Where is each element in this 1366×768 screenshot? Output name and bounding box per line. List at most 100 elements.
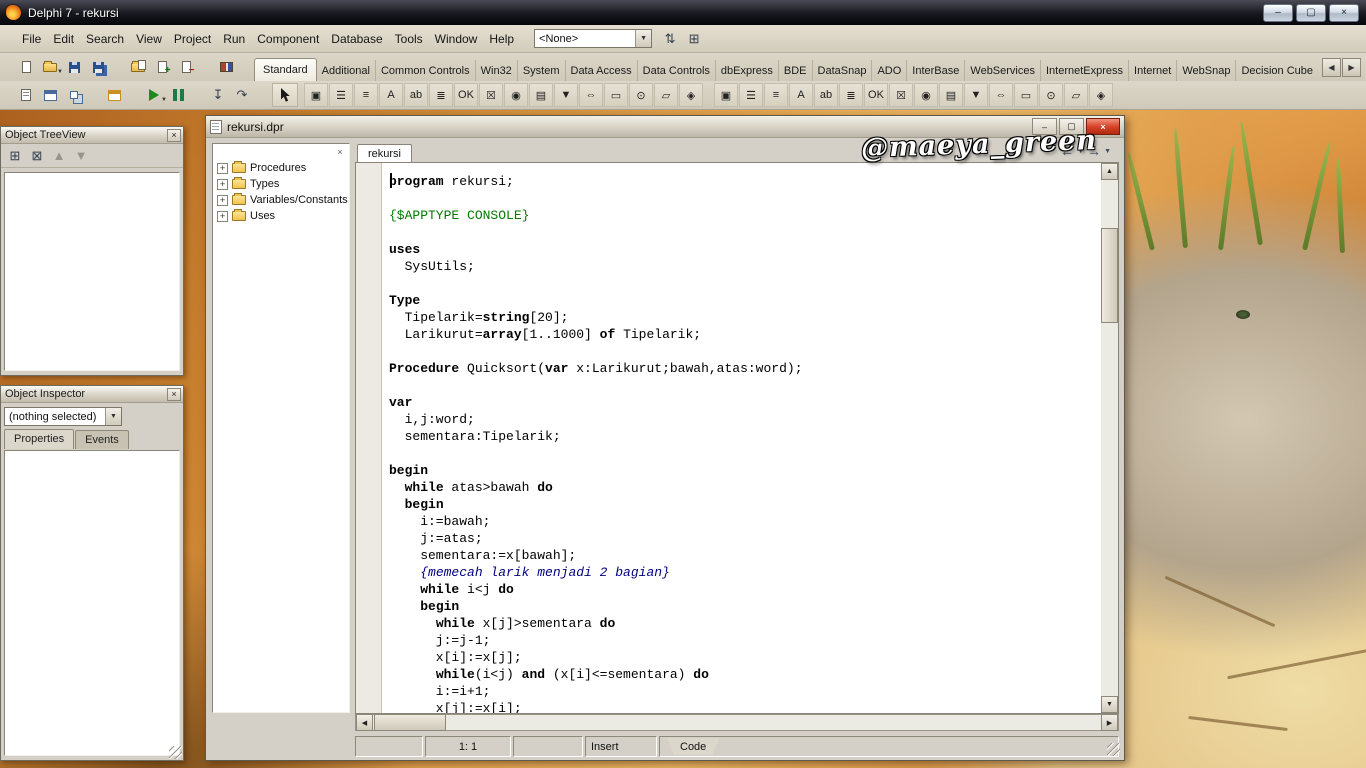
actionlist-icon[interactable]: ◈	[1089, 83, 1113, 107]
label-icon[interactable]: A	[379, 83, 403, 107]
step-over-icon[interactable]: ↷	[230, 84, 254, 106]
scroll-right-icon[interactable]: ▶	[1101, 714, 1118, 731]
palette-tab-websnap[interactable]: WebSnap	[1177, 60, 1237, 81]
inspector-combo-dropdown-icon[interactable]: ▼	[105, 408, 121, 425]
listbox-icon[interactable]: ▤	[939, 83, 963, 107]
memo-icon[interactable]: ≣	[429, 83, 453, 107]
save-all-icon[interactable]	[86, 56, 110, 78]
palette-tab-ado[interactable]: ADO	[872, 60, 908, 81]
expand-plus-icon[interactable]: +	[217, 178, 228, 190]
edit-icon[interactable]: ab	[814, 83, 838, 107]
menu-window[interactable]: Window	[429, 28, 484, 50]
vertical-scroll-thumb[interactable]	[1101, 228, 1118, 323]
radiobutton-icon[interactable]: ◉	[914, 83, 938, 107]
code-text[interactable]: program rekursi; {$APPTYPE CONSOLE} uses…	[383, 165, 1101, 713]
radiogroup-icon[interactable]: ⊙	[629, 83, 653, 107]
actionlist-icon[interactable]: ◈	[679, 83, 703, 107]
combo-dropdown-icon[interactable]: ▼	[635, 30, 652, 47]
desktop-layout-combo[interactable]: <None> ▼	[534, 29, 653, 48]
scroll-left-icon[interactable]: ◀	[356, 714, 373, 731]
palette-tab-internet[interactable]: Internet	[1129, 60, 1178, 81]
menu-project[interactable]: Project	[168, 28, 217, 50]
open-file-icon[interactable]: ▼	[38, 56, 63, 78]
checkbox-icon[interactable]: ☒	[889, 83, 913, 107]
code-bottom-tab[interactable]: Code	[667, 738, 719, 755]
menu-tools[interactable]: Tools	[389, 28, 429, 50]
desktop-save-icon[interactable]: ⇅	[658, 28, 682, 50]
popupmenu-icon[interactable]: ≡	[764, 83, 788, 107]
scroll-up-icon[interactable]: ▲	[1101, 163, 1118, 180]
palette-tab-datasnap[interactable]: DataSnap	[813, 60, 873, 81]
selection-cursor-icon[interactable]	[272, 83, 298, 107]
palette-tab-data-controls[interactable]: Data Controls	[638, 60, 716, 81]
inspector-resize-grip[interactable]	[169, 746, 182, 759]
listbox-icon[interactable]: ▤	[529, 83, 553, 107]
expand-plus-icon[interactable]: +	[217, 194, 228, 206]
scroll-down-icon[interactable]: ▼	[1101, 696, 1118, 713]
mainmenu-icon[interactable]: ☰	[739, 83, 763, 107]
palette-tab-additional[interactable]: Additional	[317, 60, 376, 81]
horizontal-scrollbar[interactable]: ◀ ▶	[355, 714, 1119, 731]
editor-tab-rekursi[interactable]: rekursi	[357, 144, 413, 162]
add-file-to-project-icon[interactable]	[150, 56, 174, 78]
palette-tab-data-access[interactable]: Data Access	[566, 60, 638, 81]
frames-icon[interactable]: ▣	[714, 83, 738, 107]
move-down-icon[interactable]: ▼	[71, 147, 91, 165]
treeview-delete-icon[interactable]: ⊠	[27, 147, 47, 165]
scrollbar-icon[interactable]: ⇔	[989, 83, 1013, 107]
palette-tab-dbexpress[interactable]: dbExpress	[716, 60, 779, 81]
maximize-button[interactable]: ▢	[1296, 3, 1326, 22]
object-treeview-close-icon[interactable]: ×	[167, 128, 181, 142]
code-explorer-close-icon[interactable]: ×	[334, 146, 346, 158]
frames-icon[interactable]: ▣	[304, 83, 328, 107]
menu-component[interactable]: Component	[251, 28, 325, 50]
memo-icon[interactable]: ≣	[839, 83, 863, 107]
remove-file-from-project-icon[interactable]	[174, 56, 198, 78]
palette-scroll-left-icon[interactable]: ◀	[1322, 57, 1341, 77]
popupmenu-icon[interactable]: ≡	[354, 83, 378, 107]
mainmenu-icon[interactable]: ☰	[329, 83, 353, 107]
radiogroup-icon[interactable]: ⊙	[1039, 83, 1063, 107]
close-button[interactable]: ×	[1329, 3, 1359, 22]
menu-file[interactable]: File	[16, 28, 47, 50]
horizontal-scroll-thumb[interactable]	[374, 714, 446, 731]
menu-edit[interactable]: Edit	[47, 28, 80, 50]
minimize-button[interactable]: –	[1263, 3, 1293, 22]
inspector-client[interactable]	[4, 450, 180, 756]
button-icon[interactable]: OK	[864, 83, 888, 107]
palette-tab-bde[interactable]: BDE	[779, 60, 813, 81]
view-unit-icon[interactable]	[14, 84, 38, 106]
palette-tab-webservices[interactable]: WebServices	[965, 60, 1041, 81]
inspector-tab-events[interactable]: Events	[75, 430, 129, 449]
menu-help[interactable]: Help	[483, 28, 520, 50]
vertical-scrollbar[interactable]: ▲ ▼	[1101, 163, 1118, 713]
code-editor[interactable]: program rekursi; {$APPTYPE CONSOLE} uses…	[355, 162, 1119, 714]
menu-view[interactable]: View	[130, 28, 168, 50]
palette-tab-decision-cube[interactable]: Decision Cube	[1236, 60, 1317, 81]
toggle-form-unit-icon[interactable]	[62, 84, 86, 106]
run-icon[interactable]: ▼	[142, 84, 167, 106]
new-form-icon[interactable]	[102, 84, 126, 106]
palette-tab-internetexpress[interactable]: InternetExpress	[1041, 60, 1130, 81]
menu-run[interactable]: Run	[217, 28, 251, 50]
trace-into-icon[interactable]: ↧	[206, 84, 230, 106]
combobox-icon[interactable]: ▼	[964, 83, 988, 107]
palette-tab-system[interactable]: System	[518, 60, 566, 81]
save-file-icon[interactable]	[62, 56, 86, 78]
radiobutton-icon[interactable]: ◉	[504, 83, 528, 107]
expand-plus-icon[interactable]: +	[217, 210, 228, 222]
palette-tab-interbase[interactable]: InterBase	[907, 60, 966, 81]
groupbox-icon[interactable]: ▭	[1014, 83, 1038, 107]
label-icon[interactable]: A	[789, 83, 813, 107]
scrollbar-icon[interactable]: ⇔	[579, 83, 603, 107]
treeview-new-item-icon[interactable]: ⊞	[5, 147, 25, 165]
expand-plus-icon[interactable]: +	[217, 162, 228, 174]
checkbox-icon[interactable]: ☒	[479, 83, 503, 107]
inspector-object-combo[interactable]: (nothing selected) ▼	[4, 407, 122, 426]
palette-tab-win32[interactable]: Win32	[476, 60, 518, 81]
tree-item-types[interactable]: + Types	[213, 176, 349, 192]
tree-item-procedures[interactable]: + Procedures	[213, 160, 349, 176]
palette-tab-common-controls[interactable]: Common Controls	[376, 60, 476, 81]
desktop-settings-icon[interactable]: ⊞	[682, 28, 706, 50]
inspector-tab-properties[interactable]: Properties	[4, 429, 75, 449]
